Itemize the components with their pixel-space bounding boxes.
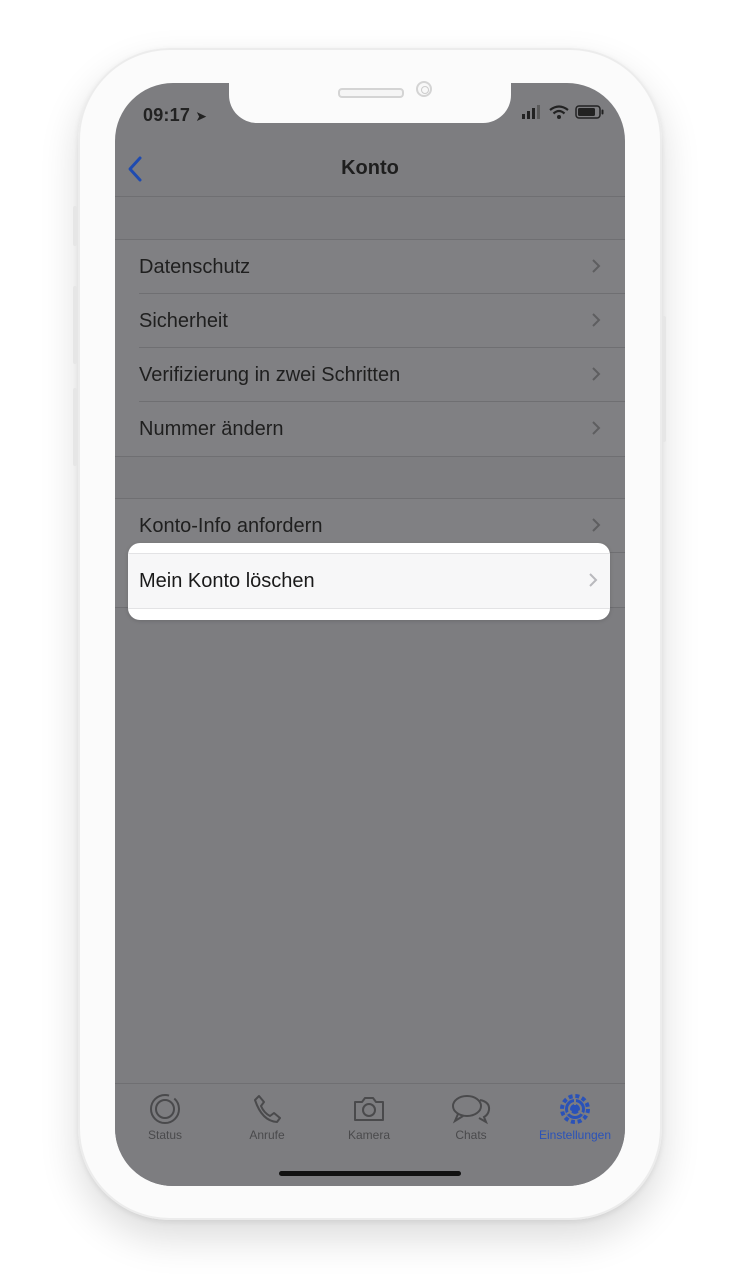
chevron-right-icon <box>592 367 601 381</box>
settings-group-privacy: Datenschutz Sicherheit Verifizierung in … <box>115 239 625 457</box>
tab-label: Anrufe <box>249 1128 285 1142</box>
row-mein-konto-loeschen[interactable]: Mein Konto löschen <box>128 553 610 609</box>
status-time-text: 09:17 <box>143 105 191 125</box>
chevron-right-icon <box>592 518 601 532</box>
chats-icon <box>452 1095 491 1125</box>
volume-down-button <box>73 388 77 466</box>
row-label: Mein Konto löschen <box>139 570 315 592</box>
tab-status[interactable]: Status <box>117 1092 213 1142</box>
row-label: Konto-Info anfordern <box>139 515 323 537</box>
row-sicherheit[interactable]: Sicherheit <box>115 294 625 348</box>
tab-label: Einstellungen <box>538 1128 612 1142</box>
tab-anrufe[interactable]: Anrufe <box>219 1092 315 1142</box>
tab-label: Status <box>147 1128 183 1142</box>
status-icon <box>150 1094 180 1124</box>
tab-chats[interactable]: Chats <box>423 1092 519 1142</box>
row-zwei-schritte[interactable]: Verifizierung in zwei Schritten <box>115 348 625 402</box>
status-indicators <box>521 105 605 119</box>
row-label: Nummer ändern <box>139 418 284 440</box>
chevron-right-icon <box>589 573 598 587</box>
volume-up-button <box>73 286 77 364</box>
tab-label: Kamera <box>347 1128 391 1142</box>
chevron-right-icon <box>592 313 601 327</box>
mute-switch <box>73 206 77 246</box>
chevron-right-icon <box>592 421 601 435</box>
status-time: 09:17 ➤ <box>143 105 207 126</box>
front-camera <box>416 81 432 97</box>
camera-icon <box>354 1097 384 1121</box>
home-indicator[interactable] <box>279 1171 461 1176</box>
row-label: Sicherheit <box>139 310 228 332</box>
page-title: Konto <box>341 157 399 179</box>
location-arrow-icon: ➤ <box>195 108 208 124</box>
signal-icon <box>522 105 540 119</box>
speaker-grille <box>338 88 404 98</box>
gear-icon <box>560 1094 590 1124</box>
power-button <box>662 316 666 442</box>
highlighted-row-delete-account[interactable]: Mein Konto löschen <box>128 543 610 620</box>
battery-icon <box>575 105 604 119</box>
phone-screen: 09:17 ➤ Konto Datenschutz Sicherheit Ver… <box>115 83 625 1186</box>
row-label: Verifizierung in zwei Schritten <box>139 364 401 386</box>
tab-einstellungen[interactable]: Einstellungen <box>525 1092 625 1142</box>
row-nummer-aendern[interactable]: Nummer ändern <box>115 402 625 456</box>
chevron-right-icon <box>592 259 601 273</box>
row-label: Datenschutz <box>139 256 251 278</box>
navigation-bar: Konto <box>115 145 625 197</box>
phone-icon <box>254 1095 281 1123</box>
row-datenschutz[interactable]: Datenschutz <box>115 240 625 294</box>
tab-label: Chats <box>455 1128 487 1142</box>
tab-kamera[interactable]: Kamera <box>321 1092 417 1142</box>
wifi-icon <box>549 105 569 119</box>
